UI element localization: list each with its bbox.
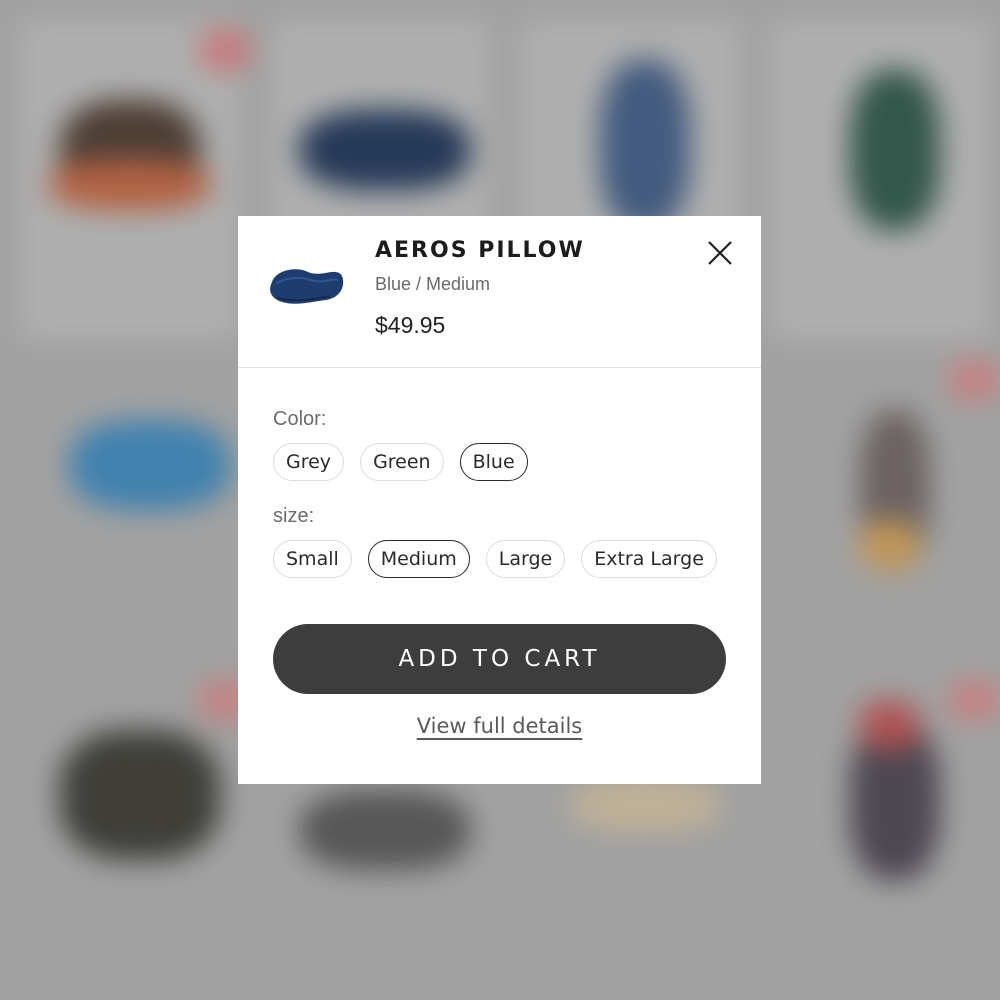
view-full-details-link[interactable]: View full details [417, 714, 583, 738]
modal-header: AEROS PILLOW Blue / Medium $49.95 [238, 216, 761, 368]
size-chip-small[interactable]: Small [273, 540, 352, 578]
quick-view-modal: AEROS PILLOW Blue / Medium $49.95 Color:… [238, 216, 761, 784]
quick-view-page: AEROS PILLOW Blue / Medium $49.95 Color:… [0, 0, 1000, 1000]
size-chip-extra-large[interactable]: Extra Large [581, 540, 717, 578]
close-button[interactable] [705, 238, 735, 268]
add-to-cart-button[interactable]: ADD TO CART [273, 624, 726, 694]
color-chip-green[interactable]: Green [360, 443, 444, 481]
size-options: Small Medium Large Extra Large [273, 540, 717, 578]
pillow-image [270, 269, 344, 304]
color-chip-grey[interactable]: Grey [273, 443, 345, 481]
product-title: AEROS PILLOW [375, 238, 585, 263]
size-option-label: size: [273, 505, 315, 527]
color-options: Grey Green Blue [273, 443, 528, 481]
product-price: $49.95 [375, 312, 446, 338]
product-variant: Blue / Medium [375, 274, 491, 294]
close-icon [708, 241, 732, 265]
size-chip-large[interactable]: Large [485, 540, 566, 578]
view-details-container: View full details [238, 714, 761, 738]
size-chip-medium[interactable]: Medium [367, 540, 470, 578]
color-option-label: Color: [273, 408, 327, 430]
color-chip-blue[interactable]: Blue [459, 443, 528, 481]
